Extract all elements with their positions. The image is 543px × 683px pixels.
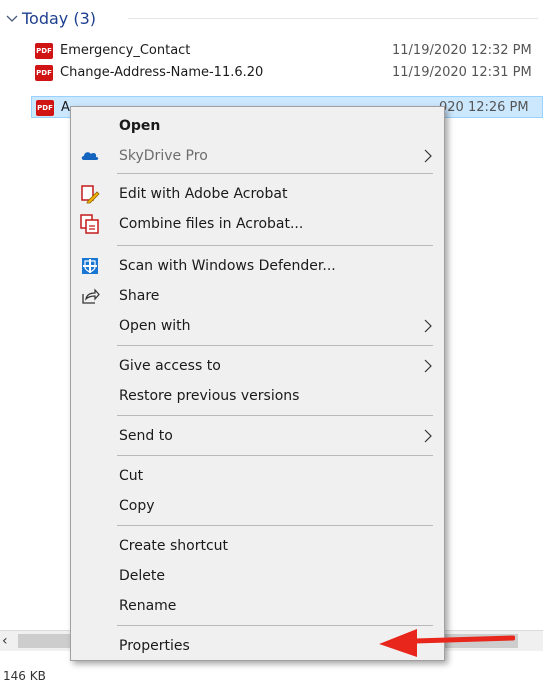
group-title: Today (3) (22, 8, 97, 28)
file-row-change-address[interactable]: PDF Change-Address-Name-11.6.20 11/19/20… (31, 62, 543, 84)
file-date-modified: 11/19/2020 12:32 PM (392, 43, 532, 58)
menu-separator (117, 415, 433, 416)
menu-item-cut[interactable]: Cut (73, 461, 442, 491)
file-date-modified: 11/19/2020 12:31 PM (392, 65, 532, 80)
chevron-right-icon (424, 319, 432, 333)
context-menu: Open SkyDrive Pro Edit with Adobe Acroba… (70, 106, 445, 661)
menu-item-label: Combine files in Acrobat... (119, 216, 304, 232)
menu-item-label: Scan with Windows Defender... (119, 258, 336, 274)
file-name: Change-Address-Name-11.6.20 (60, 65, 264, 80)
menu-item-share[interactable]: Share (73, 281, 442, 311)
menu-item-send-to[interactable]: Send to (73, 421, 442, 451)
menu-separator (117, 455, 433, 456)
menu-item-label: SkyDrive Pro (119, 148, 208, 164)
red-arrow-annotation (379, 629, 515, 657)
file-row-emergency-contact[interactable]: PDF Emergency_Contact 11/19/2020 12:32 P… (31, 40, 543, 62)
status-file-size: 146 KB (3, 669, 46, 683)
menu-item-edit-acrobat[interactable]: Edit with Adobe Acrobat (73, 179, 442, 209)
file-date-modified: 020 12:26 PM (439, 100, 529, 115)
menu-item-label: Create shortcut (119, 538, 229, 554)
menu-item-copy[interactable]: Copy (73, 491, 442, 521)
menu-item-label: Properties (119, 638, 190, 654)
pdf-file-icon: PDF (35, 43, 53, 59)
menu-item-label: Restore previous versions (119, 388, 300, 404)
menu-item-label: Give access to (119, 358, 221, 374)
menu-item-skydrive-pro[interactable]: SkyDrive Pro (73, 141, 442, 171)
menu-item-delete[interactable]: Delete (73, 561, 442, 591)
share-icon (82, 288, 100, 304)
group-header-today[interactable]: Today (3) (4, 6, 96, 30)
chevron-right-icon (424, 359, 432, 373)
menu-item-create-shortcut[interactable]: Create shortcut (73, 531, 442, 561)
group-divider (128, 18, 538, 19)
file-name: Emergency_Contact (60, 43, 191, 58)
menu-item-label: Delete (119, 568, 165, 584)
menu-item-open-with[interactable]: Open with (73, 311, 442, 341)
menu-separator (117, 245, 433, 246)
menu-separator (117, 173, 433, 174)
pdf-file-icon: PDF (36, 100, 54, 116)
chevron-down-icon[interactable] (4, 10, 20, 26)
scroll-left-icon[interactable]: ‹ (2, 633, 16, 649)
menu-item-scan-defender[interactable]: Scan with Windows Defender... (73, 251, 442, 281)
acrobat-edit-icon (81, 185, 100, 204)
menu-item-label: Edit with Adobe Acrobat (119, 186, 288, 202)
menu-item-label: Cut (119, 468, 144, 484)
menu-item-label: Send to (119, 428, 173, 444)
pdf-file-icon: PDF (35, 65, 53, 81)
file-name: A (61, 100, 70, 115)
menu-item-label: Share (119, 288, 160, 304)
menu-item-label: Copy (119, 498, 155, 514)
cloud-icon (81, 152, 99, 160)
menu-item-give-access[interactable]: Give access to (73, 351, 442, 381)
menu-item-restore-versions[interactable]: Restore previous versions (73, 381, 442, 411)
menu-item-label: Open (119, 118, 161, 134)
acrobat-combine-icon (80, 214, 99, 234)
menu-item-label: Rename (119, 598, 177, 614)
menu-separator (117, 345, 433, 346)
windows-defender-icon (82, 258, 98, 274)
menu-item-label: Open with (119, 318, 191, 334)
menu-item-rename[interactable]: Rename (73, 591, 442, 621)
chevron-right-icon (424, 429, 432, 443)
menu-item-open[interactable]: Open (73, 111, 442, 141)
chevron-right-icon (424, 149, 432, 163)
menu-separator (117, 525, 433, 526)
menu-item-combine-acrobat[interactable]: Combine files in Acrobat... (73, 209, 442, 239)
